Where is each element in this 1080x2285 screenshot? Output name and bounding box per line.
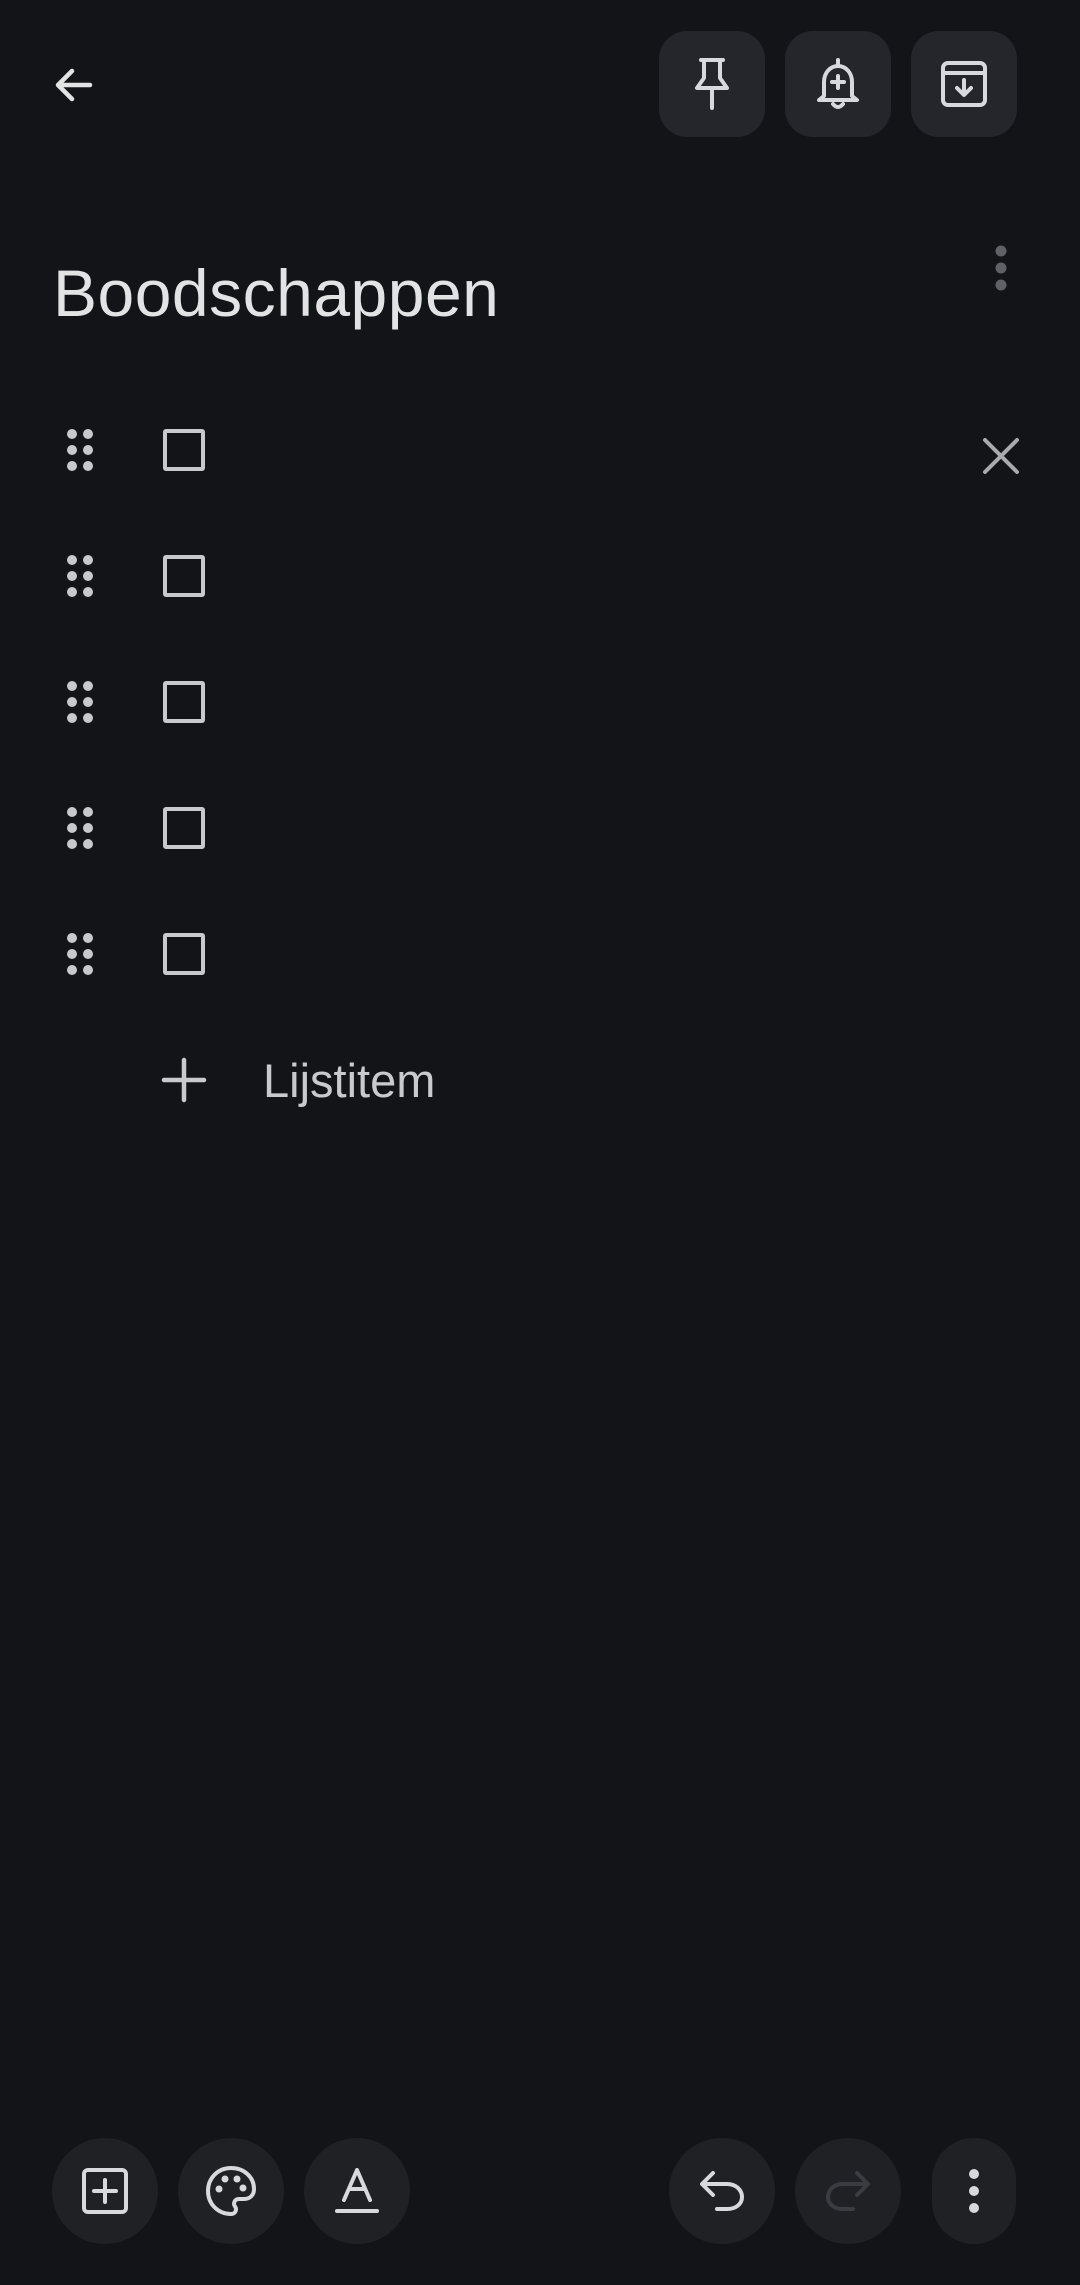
undo-icon	[700, 2171, 745, 2211]
plus-icon	[153, 1049, 215, 1111]
drag-handle-icon[interactable]	[50, 924, 110, 984]
text-format-button[interactable]	[304, 2138, 410, 2244]
redo-icon	[825, 2171, 870, 2211]
title-more-button[interactable]	[961, 228, 1041, 308]
close-icon	[983, 438, 1019, 474]
list-item	[0, 773, 1080, 883]
archive-icon	[941, 61, 987, 107]
note-title[interactable]: Boodschappen	[53, 248, 499, 338]
color-palette-button[interactable]	[178, 2138, 284, 2244]
undo-button[interactable]	[669, 2138, 775, 2244]
drag-handle-icon[interactable]	[50, 798, 110, 858]
item-checkbox[interactable]	[153, 671, 215, 733]
add-list-item-label: Lijstitem	[263, 1054, 436, 1107]
more-vertical-icon	[969, 2169, 979, 2213]
drag-handle-icon[interactable]	[50, 672, 110, 732]
list-item	[0, 899, 1080, 1009]
add-box-icon	[82, 2168, 128, 2214]
pin-button[interactable]	[659, 31, 765, 137]
item-checkbox[interactable]	[153, 797, 215, 859]
arrow-back-icon	[55, 68, 93, 102]
item-checkbox[interactable]	[153, 545, 215, 607]
add-content-button[interactable]	[52, 2138, 158, 2244]
reminder-button[interactable]	[785, 31, 891, 137]
remove-item-button[interactable]	[965, 420, 1037, 492]
more-options-button[interactable]	[932, 2138, 1016, 2244]
list-item	[0, 647, 1080, 757]
item-checkbox[interactable]	[153, 419, 215, 481]
drag-handle-icon[interactable]	[50, 546, 110, 606]
text-format-icon	[335, 2168, 379, 2213]
pin-icon	[695, 58, 729, 110]
bell-plus-icon	[817, 58, 859, 109]
drag-handle-icon[interactable]	[50, 420, 110, 480]
palette-icon	[206, 2166, 256, 2216]
redo-button[interactable]	[795, 2138, 901, 2244]
list-item	[0, 521, 1080, 631]
archive-button[interactable]	[911, 31, 1017, 137]
item-checkbox[interactable]	[153, 923, 215, 985]
back-button[interactable]	[33, 44, 115, 126]
list-item	[0, 395, 1080, 505]
more-vertical-icon	[995, 245, 1007, 291]
add-list-item-button[interactable]: Lijstitem	[0, 1025, 1080, 1135]
